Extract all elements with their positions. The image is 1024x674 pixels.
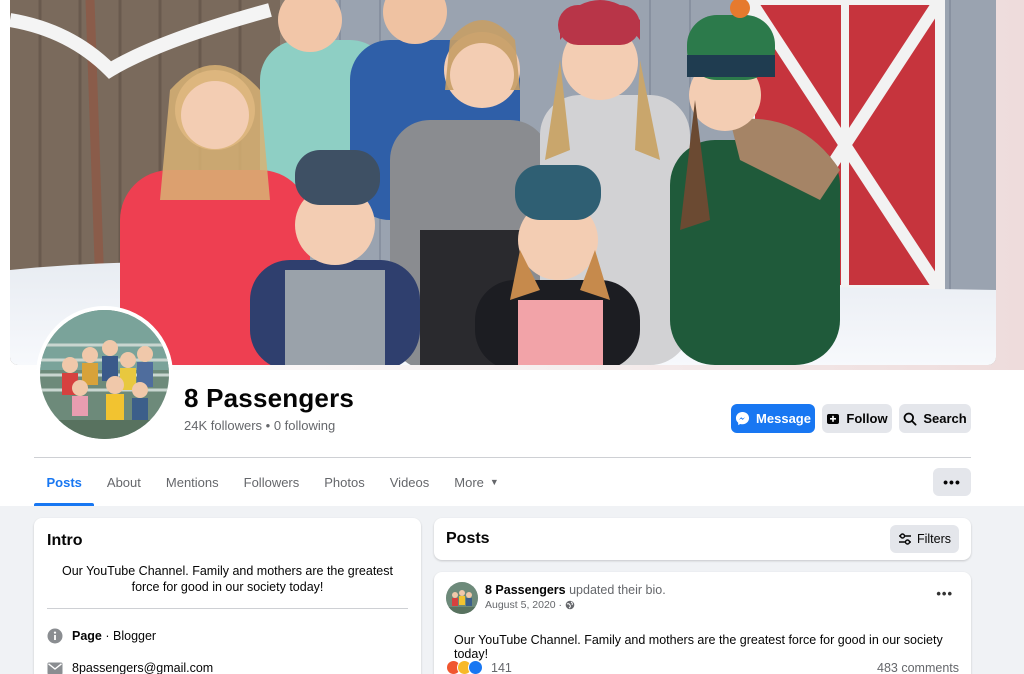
tab-more[interactable]: More ▼	[442, 458, 512, 506]
intro-email[interactable]: 8passengers@gmail.com	[72, 661, 213, 674]
email-icon	[47, 662, 63, 674]
filter-icon	[898, 533, 911, 545]
intro-category-label: Page	[72, 629, 102, 643]
reactions-summary[interactable]: 141	[446, 660, 512, 674]
post-footer: 141 483 comments	[446, 660, 959, 674]
follower-count[interactable]: 24K followers • 0 following	[184, 418, 335, 433]
post-author-avatar[interactable]	[446, 582, 478, 614]
tab-photos[interactable]: Photos	[312, 458, 377, 506]
search-button[interactable]: Search	[899, 404, 971, 433]
tab-about-label: About	[106, 474, 141, 490]
profile-picture[interactable]	[36, 306, 173, 443]
tab-videos[interactable]: Videos	[377, 458, 442, 506]
post-meta: 8 Passengers updated their bio. August 5…	[485, 582, 666, 612]
post-author-name[interactable]: 8 Passengers	[485, 583, 566, 597]
like-reaction-icon	[468, 660, 483, 674]
filters-button[interactable]: Filters	[890, 525, 959, 553]
post-card: 8 Passengers updated their bio. August 5…	[434, 572, 971, 674]
tab-about[interactable]: About	[94, 458, 153, 506]
tab-followers-label: Followers	[243, 474, 300, 490]
tab-mentions-label: Mentions	[165, 474, 219, 490]
message-button[interactable]: Message	[731, 404, 815, 433]
cover-photo[interactable]	[10, 0, 996, 365]
intro-title: Intro	[47, 532, 83, 549]
post-date[interactable]: August 5, 2020 ·	[485, 598, 562, 612]
info-icon	[47, 628, 63, 644]
intro-category-value: · Blogger	[101, 629, 157, 643]
messenger-icon	[735, 411, 750, 426]
comments-count[interactable]: 483 comments	[877, 661, 959, 674]
tab-videos-label: Videos	[389, 474, 430, 490]
tab-posts[interactable]: Posts	[34, 458, 95, 506]
globe-icon	[565, 600, 575, 610]
posts-title: Posts	[446, 530, 490, 547]
ellipsis-icon: •••	[936, 586, 953, 601]
follow-button-label: Follow	[846, 411, 888, 426]
post-header: 8 Passengers updated their bio. August 5…	[446, 582, 959, 614]
reaction-count: 141	[491, 660, 512, 674]
follow-icon	[827, 413, 840, 424]
intro-divider	[47, 608, 408, 609]
more-options-button[interactable]: •••	[933, 468, 971, 496]
intro-email-row[interactable]: 8passengers@gmail.com	[47, 652, 408, 674]
reaction-icons	[446, 660, 483, 674]
tab-mentions[interactable]: Mentions	[153, 458, 231, 506]
search-icon	[903, 412, 917, 426]
page-tabs: Posts About Mentions Followers Photos Vi…	[34, 458, 511, 506]
follow-button[interactable]: Follow	[822, 404, 892, 433]
post-options-button[interactable]: •••	[936, 586, 953, 601]
intro-card: Intro Our YouTube Channel. Family and mo…	[34, 518, 421, 674]
posts-header-card: Posts Filters	[434, 518, 971, 560]
filters-label: Filters	[916, 532, 952, 546]
intro-category-row: Page · Blogger	[47, 620, 408, 652]
intro-bio: Our YouTube Channel. Family and mothers …	[62, 564, 393, 594]
tab-posts-label: Posts	[46, 474, 82, 490]
post-author-line: 8 Passengers updated their bio.	[485, 582, 666, 598]
tab-more-label: More	[454, 474, 484, 490]
post-body-text: Our YouTube Channel. Family and mothers …	[454, 633, 943, 661]
post-action-text: updated their bio.	[565, 583, 666, 597]
tab-photos-label: Photos	[324, 474, 365, 490]
search-button-label: Search	[923, 411, 967, 426]
tab-followers[interactable]: Followers	[231, 458, 312, 506]
caret-down-icon: ▼	[489, 477, 499, 487]
page-title: 8 Passengers	[184, 383, 355, 413]
ellipsis-icon: •••	[943, 474, 961, 490]
message-button-label: Message	[756, 411, 811, 426]
post-date-line: August 5, 2020 ·	[485, 598, 666, 612]
